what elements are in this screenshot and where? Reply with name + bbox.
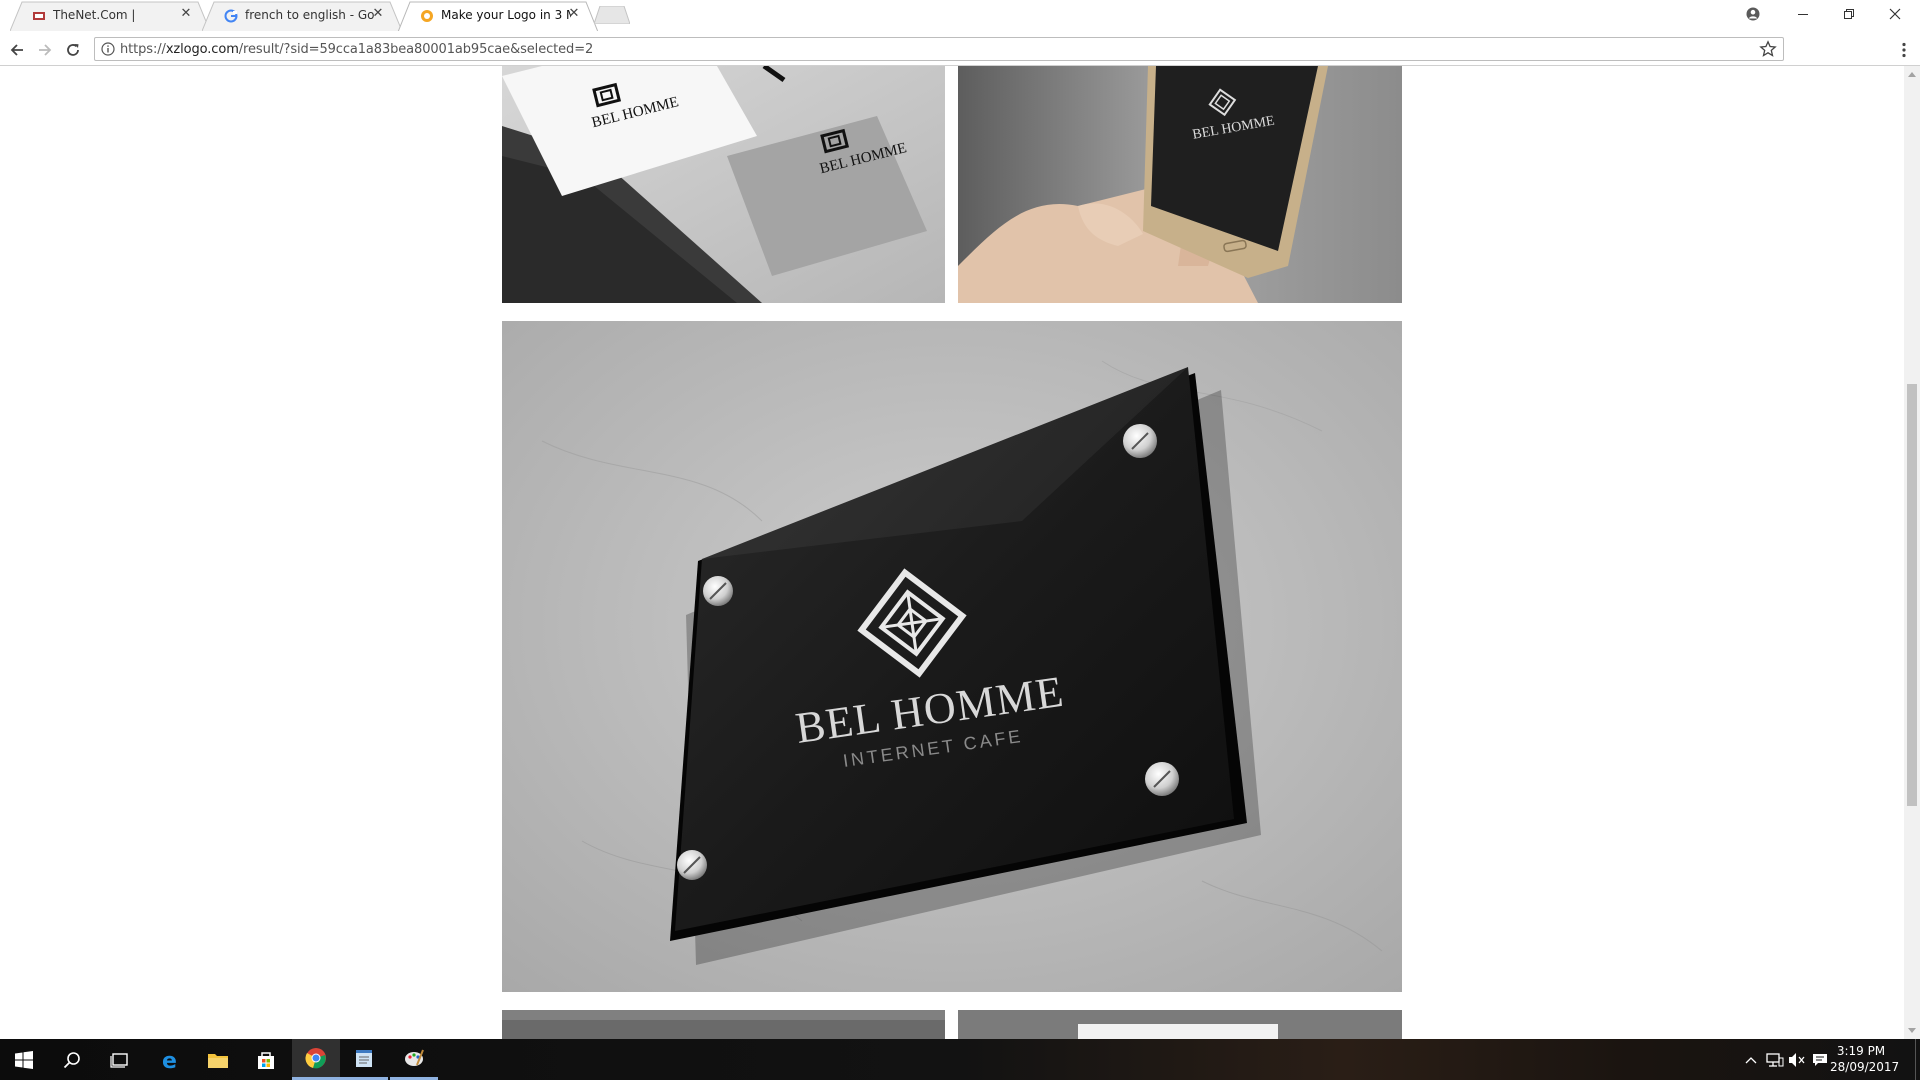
scroll-up-arrow-icon[interactable] — [1904, 66, 1920, 82]
wall-sign-mockup[interactable]: BEL HOMME INTERNET CAFE — [502, 321, 1402, 992]
svg-text:e: e — [162, 1049, 177, 1071]
phone-mockup[interactable]: BEL HOMME — [958, 66, 1402, 303]
system-clock[interactable]: 3:19 PM 28/09/2017 — [1830, 1043, 1900, 1075]
close-tab-icon[interactable]: ✕ — [179, 7, 193, 21]
tab-xzlogo[interactable]: Make your Logo in 3 Min ✕ — [398, 1, 598, 31]
tab-title: TheNet.Com | — [53, 8, 136, 22]
tab-title: Make your Logo in 3 Min — [441, 8, 571, 22]
scrollbar-thumb[interactable] — [1907, 384, 1917, 806]
bookmark-star-icon[interactable] — [1759, 40, 1777, 58]
address-bar[interactable]: https://xzlogo.com/result/?sid=59cca1a83… — [94, 37, 1784, 61]
windows-taskbar: e 3:19 PM 28/09/2017 — [0, 1039, 1920, 1080]
url-text: https://xzlogo.com/result/?sid=59cca1a83… — [120, 42, 593, 57]
forward-button[interactable] — [33, 38, 57, 62]
bolt-top-right — [1123, 424, 1157, 458]
chrome-menu-icon[interactable] — [1894, 38, 1914, 62]
info-icon[interactable] — [101, 42, 115, 56]
close-tab-icon[interactable]: ✕ — [371, 7, 385, 21]
notepad-icon[interactable] — [340, 1039, 388, 1080]
bolt-bottom-left — [677, 850, 707, 880]
url-path: /result/?sid=59cca1a83bea80001ab95cae&se… — [238, 42, 594, 57]
page-scrollbar[interactable] — [1904, 66, 1920, 1039]
store-icon[interactable] — [242, 1039, 290, 1080]
restore-button[interactable] — [1826, 0, 1872, 28]
bolt-top-left — [703, 576, 733, 606]
thenet-favicon-icon — [32, 9, 46, 23]
bolt-bottom-right — [1145, 762, 1179, 796]
reload-button[interactable] — [61, 38, 85, 62]
mockup-bottom-right[interactable] — [958, 1010, 1402, 1039]
tab-google-translate[interactable]: french to english - Goog ✕ — [202, 1, 402, 31]
close-tab-icon[interactable]: ✕ — [567, 7, 581, 21]
new-tab-button[interactable] — [593, 5, 631, 25]
show-hidden-icons-chevron-icon[interactable] — [1742, 1051, 1760, 1069]
back-button[interactable] — [5, 38, 29, 62]
volume-muted-icon[interactable] — [1788, 1051, 1806, 1069]
xzlogo-favicon-icon — [420, 9, 434, 23]
url-scheme: https:// — [120, 42, 166, 57]
clock-time: 3:19 PM — [1836, 1044, 1886, 1058]
tab-thenet[interactable]: TheNet.Com | ✕ — [10, 1, 210, 31]
minimize-button[interactable] — [1780, 0, 1826, 28]
file-explorer-icon[interactable] — [194, 1039, 242, 1080]
search-icon[interactable] — [48, 1039, 96, 1080]
network-icon[interactable] — [1766, 1051, 1784, 1069]
paint-icon[interactable] — [390, 1039, 438, 1080]
task-view-icon[interactable] — [96, 1039, 144, 1080]
tab-strip: TheNet.Com | ✕ french to english - Goog … — [0, 0, 1920, 34]
mockup-bottom-left[interactable] — [502, 1010, 945, 1039]
page-viewport: BEL HOMME BEL HOMME BEL HOMME BEL HOMME … — [0, 66, 1904, 1039]
google-g-icon — [224, 9, 238, 23]
tab-title: french to english - Goog — [245, 8, 375, 22]
chrome-icon[interactable] — [292, 1039, 340, 1080]
url-host: xzlogo.com — [165, 42, 239, 57]
profile-icon[interactable] — [1730, 0, 1776, 28]
show-desktop-button[interactable] — [1915, 1039, 1920, 1080]
start-icon[interactable] — [0, 1039, 48, 1080]
clock-date: 28/09/2017 — [1830, 1060, 1900, 1074]
edge-icon[interactable]: e — [146, 1039, 194, 1080]
action-center-icon[interactable] — [1811, 1051, 1829, 1069]
close-window-button[interactable] — [1872, 0, 1918, 28]
browser-toolbar: https://xzlogo.com/result/?sid=59cca1a83… — [0, 34, 1920, 66]
scroll-down-arrow-icon[interactable] — [1904, 1023, 1920, 1039]
business-cards-mockup[interactable]: BEL HOMME BEL HOMME — [502, 66, 945, 303]
